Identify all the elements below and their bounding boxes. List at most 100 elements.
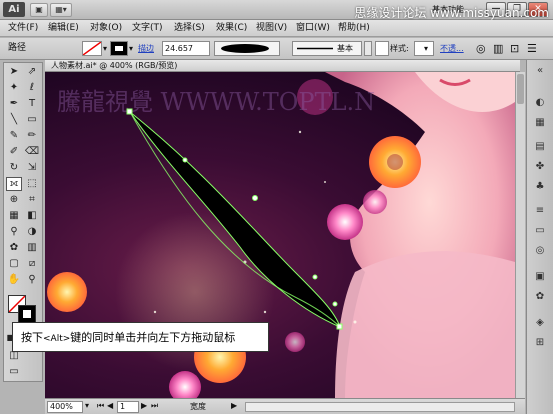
menu-view[interactable]: 视图(V): [256, 20, 287, 37]
menu-object[interactable]: 对象(O): [90, 20, 122, 37]
callout-key: <Alt>: [43, 334, 71, 344]
zoom-tool-icon[interactable]: ⚲: [24, 273, 40, 287]
menu-type[interactable]: 文字(T): [132, 20, 163, 37]
isolate-icon[interactable]: ⊡: [510, 41, 519, 56]
line-tool-icon[interactable]: ╲: [6, 113, 22, 127]
swatches-panel-icon[interactable]: ▤: [533, 140, 547, 154]
artboard-number-field[interactable]: 1: [117, 401, 139, 413]
stroke-dropdown-icon[interactable]: ▾: [129, 41, 133, 56]
menu-edit[interactable]: 编辑(E): [48, 20, 79, 37]
type-tool-icon[interactable]: T: [24, 97, 40, 111]
callout-text-after: 键的同时单击并向左下方拖动鼠标: [70, 331, 236, 344]
scroll-thumb[interactable]: [517, 74, 524, 104]
style-label: 样式:: [390, 44, 409, 53]
stroke-panel-link[interactable]: 描边: [138, 41, 154, 56]
artboard-number: 1: [120, 402, 126, 411]
menu-help[interactable]: 帮助(H): [338, 20, 370, 37]
zoom-field[interactable]: 400%: [47, 401, 83, 413]
pink-flower-tiny: [285, 332, 305, 352]
last-artboard-icon[interactable]: ⏭: [151, 401, 158, 411]
blob-brush-tool-icon[interactable]: ✐: [6, 145, 22, 159]
horizontal-scrollbar[interactable]: [245, 402, 515, 412]
pen-tool-icon[interactable]: ✒: [6, 97, 22, 111]
align-icon[interactable]: ▥: [493, 41, 503, 56]
status-bar: 400% ▾ ⏮ ◀ 1 ▶ ⏭ 宽度 ▶: [45, 398, 525, 414]
perspective-grid-tool-icon[interactable]: ⌗: [24, 193, 40, 207]
brush-dropdown-arrow-icon[interactable]: [364, 41, 372, 56]
style-dropdown[interactable]: ▾: [414, 41, 434, 56]
stroke-swatch[interactable]: [110, 41, 128, 56]
shape-builder-tool-icon[interactable]: ⊕: [6, 193, 22, 207]
brush-line-icon: [297, 47, 333, 50]
fill-dropdown-icon[interactable]: ▾: [103, 41, 107, 56]
eyedropper-tool-icon[interactable]: ⚲: [6, 225, 22, 239]
next-artboard-icon[interactable]: ▶: [141, 401, 147, 410]
transparency-panel-icon[interactable]: ◎: [533, 244, 547, 258]
first-artboard-icon[interactable]: ⏮: [97, 401, 104, 411]
menu-file[interactable]: 文件(F): [8, 20, 38, 37]
canvas-watermark: 騰龍視覺 WWWW.TOPTL.N: [57, 88, 375, 116]
symbols-panel-icon[interactable]: ♣: [533, 180, 547, 194]
graphic-styles-panel-icon[interactable]: ✿: [533, 290, 547, 304]
status-menu-icon[interactable]: ▶: [231, 401, 237, 410]
layers-panel-icon[interactable]: ◈: [533, 316, 547, 330]
pink-dress: [335, 251, 515, 398]
appearance-panel-icon[interactable]: ▣: [533, 270, 547, 284]
opacity-link[interactable]: 不透...: [440, 41, 464, 56]
width-tool-icon[interactable]: ⟗: [6, 177, 22, 191]
vertical-scrollbar[interactable]: [515, 72, 525, 398]
stroke-weight-input[interactable]: 24.657: [162, 41, 210, 56]
artboard-tool-icon[interactable]: ▢: [6, 257, 22, 271]
menu-bar: 文件(F) 编辑(E) 对象(O) 文字(T) 选择(S) 效果(C) 视图(V…: [0, 20, 553, 37]
app-logo: Ai: [3, 2, 25, 17]
collapse-panels-icon[interactable]: «: [533, 64, 547, 78]
slice-tool-icon[interactable]: ⧄: [24, 257, 40, 271]
panel-dock: « ◐ ▦ ▤ ✤ ♣ ≡ ▭ ◎ ▣ ✿ ◈ ⊞: [526, 60, 553, 414]
screen-mode-icon[interactable]: ▭: [6, 365, 22, 379]
scale-tool-icon[interactable]: ⇲: [24, 161, 40, 175]
artboards-panel-icon[interactable]: ⊞: [533, 336, 547, 350]
rotate-tool-icon[interactable]: ↻: [6, 161, 22, 175]
free-transform-tool-icon[interactable]: ⬚: [24, 177, 40, 191]
menu-window[interactable]: 窗口(W): [296, 20, 330, 37]
pencil-tool-icon[interactable]: ✏: [24, 129, 40, 143]
pink-flower: [327, 204, 363, 240]
panel-menu-icon[interactable]: ☰: [527, 41, 537, 56]
arrange-documents-button[interactable]: ▦▾: [50, 3, 72, 17]
lasso-tool-icon[interactable]: ℓ: [24, 81, 40, 95]
paintbrush-tool-icon[interactable]: ✎: [6, 129, 22, 143]
gradient-panel-icon[interactable]: ▭: [533, 224, 547, 238]
bridge-button[interactable]: ▣: [30, 3, 48, 17]
control-bar: 路径 ▾ ▾ 描边 24.657 基本 样式: ▾ 不透... ◎ ▥ ⊡ ☰: [0, 38, 553, 60]
graphic-style-swatch[interactable]: [375, 41, 389, 56]
eraser-tool-icon[interactable]: ⌫: [24, 145, 40, 159]
recolor-artwork-icon[interactable]: ◎: [476, 41, 486, 56]
stroke-weight-value: 24.657: [165, 44, 193, 53]
color-panel-icon[interactable]: ◐: [533, 96, 547, 110]
hand-tool-icon[interactable]: ✋: [6, 273, 22, 287]
orange-flower-small: [47, 272, 87, 312]
magic-wand-tool-icon[interactable]: ✦: [6, 81, 22, 95]
graph-tool-icon[interactable]: ▥: [24, 241, 40, 255]
width-profile-dropdown[interactable]: [214, 41, 280, 56]
mesh-tool-icon[interactable]: ▦: [6, 209, 22, 223]
stroke-color-icon[interactable]: [18, 305, 36, 323]
brushes-panel-icon[interactable]: ✤: [533, 160, 547, 174]
brush-definition-dropdown[interactable]: 基本: [292, 41, 362, 56]
color-guide-icon[interactable]: ▦: [533, 116, 547, 130]
direct-selection-tool-icon[interactable]: ⇗: [24, 65, 40, 79]
prev-artboard-icon[interactable]: ◀: [107, 401, 113, 410]
rectangle-tool-icon[interactable]: ▭: [24, 113, 40, 127]
gradient-tool-icon[interactable]: ◧: [24, 209, 40, 223]
symbol-sprayer-tool-icon[interactable]: ✿: [6, 241, 22, 255]
fill-swatch[interactable]: [82, 41, 102, 56]
menu-select[interactable]: 选择(S): [174, 20, 205, 37]
selection-tool-icon[interactable]: ➤: [6, 65, 22, 79]
instruction-callout: 按下<Alt>键的同时单击并向左下方拖动鼠标: [12, 322, 269, 352]
zoom-dropdown-icon[interactable]: ▾: [85, 401, 89, 410]
blend-tool-icon[interactable]: ◑: [24, 225, 40, 239]
stroke-panel-icon[interactable]: ≡: [533, 204, 547, 218]
orange-flower-large: [369, 136, 421, 188]
menu-effect[interactable]: 效果(C): [216, 20, 247, 37]
document-tab[interactable]: 人物素材.ai* @ 400% (RGB/预览): [45, 60, 520, 72]
